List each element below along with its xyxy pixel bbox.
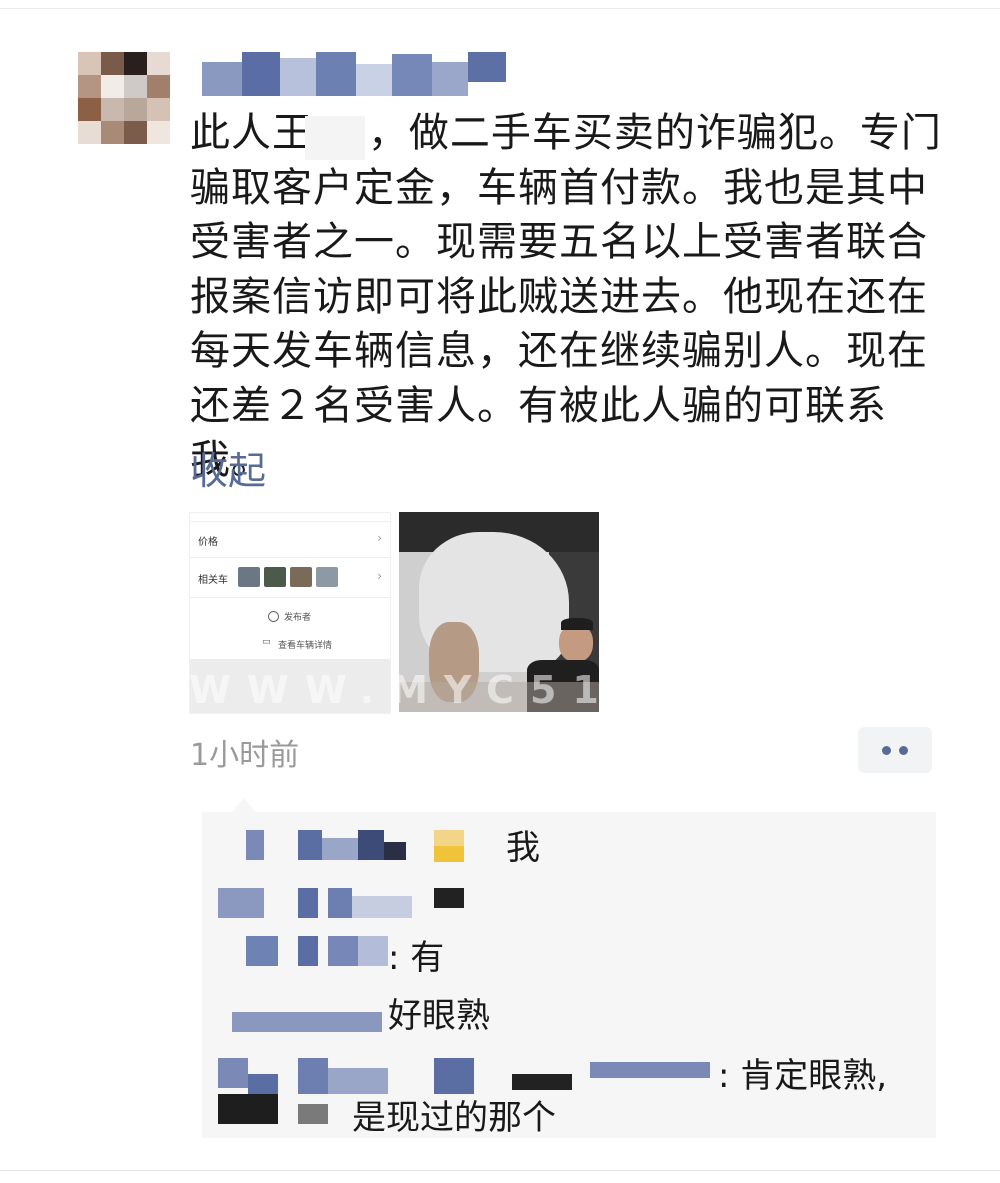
image-row-label: 相关车 <box>198 575 228 586</box>
blur-pixel <box>298 1104 328 1124</box>
blur-pixel <box>434 830 464 846</box>
collapse-link[interactable]: 收起 <box>190 440 266 495</box>
bottom-divider <box>0 1170 1000 1171</box>
image-bottom-area <box>190 659 390 713</box>
person-hair <box>561 618 593 630</box>
blur-pixel <box>322 838 358 860</box>
blur-pixel <box>298 936 318 966</box>
avatar[interactable] <box>78 52 170 144</box>
commenter-name-blurred[interactable] <box>246 830 264 860</box>
chevron-right-icon: › <box>377 569 382 583</box>
chevron-right-icon: › <box>377 531 382 545</box>
blur-pixel <box>434 888 464 908</box>
blur-pixel <box>358 830 384 860</box>
comment-text: : 肯定眼熟, <box>718 1056 888 1096</box>
commenter-name-blurred[interactable] <box>232 1012 382 1032</box>
blur-pixel <box>434 1058 474 1094</box>
blur-pixel <box>298 888 318 918</box>
more-button[interactable] <box>858 727 932 773</box>
image-center-text: 查看车辆详情 <box>278 641 333 651</box>
blur-pixel <box>248 1074 278 1094</box>
image-row: 价格 › <box>190 521 390 558</box>
comments-section: 我 : 有 好眼熟 : 肯定眼熟, 是现过的那个 <box>202 798 936 1138</box>
commenter-name-blurred[interactable] <box>218 888 264 918</box>
video-icon: ▭ <box>262 637 271 647</box>
post-text: 此人王 ，做二手车买卖的诈骗犯。专门 骗取客户定金，车辆首付款。我也是其中 受害… <box>190 110 942 483</box>
comment-text: 好眼熟 <box>388 996 490 1036</box>
commenter-name-blurred[interactable] <box>218 1058 248 1088</box>
blur-pixel <box>328 888 352 918</box>
blur-pixel <box>298 1058 328 1094</box>
blur-pixel <box>352 896 412 918</box>
blur-pixel <box>590 1062 710 1078</box>
table-area <box>399 682 599 712</box>
blur-pixel <box>384 842 406 860</box>
post-timestamp: 1小时前 <box>190 738 300 773</box>
blur-pixel <box>512 1074 572 1090</box>
post-image-screenshot[interactable]: 价格 › 相关车 › 发布者 ▭ 查看车辆详情 <box>189 512 391 714</box>
comment-text: 我 <box>506 828 540 868</box>
username-blurred[interactable] <box>200 52 530 98</box>
circle-icon <box>268 611 279 622</box>
blur-pixel <box>358 936 388 966</box>
comment-text: 是现过的那个 <box>352 1098 556 1138</box>
comment-text: : 有 <box>388 938 445 978</box>
car-thumbnail <box>264 567 286 587</box>
blur-pixel <box>298 830 322 860</box>
car-thumbnail <box>316 567 338 587</box>
name-redaction <box>305 116 365 160</box>
top-divider <box>0 8 1000 9</box>
car-thumbnail <box>290 567 312 587</box>
image-row-label: 价格 <box>198 537 218 548</box>
commenter-name-blurred[interactable] <box>246 936 278 966</box>
post-image-photo[interactable] <box>399 512 599 712</box>
more-dots-icon <box>899 746 908 755</box>
car-thumbnail <box>238 567 260 587</box>
blur-pixel <box>218 1094 278 1124</box>
blur-pixel <box>328 936 358 966</box>
blur-pixel <box>434 846 464 862</box>
image-center-text: 发布者 <box>284 613 312 623</box>
more-dots-icon <box>882 746 891 755</box>
